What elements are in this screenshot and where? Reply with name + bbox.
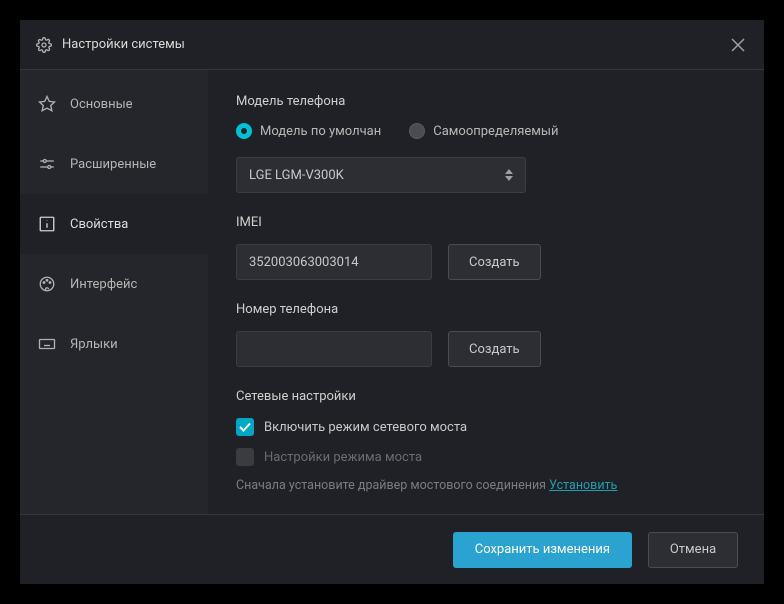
sidebar-item-label: Интерфейс	[70, 277, 137, 292]
imei-value: 352003063003014	[249, 255, 359, 270]
radio-self-label: Самоопределяемый	[433, 124, 558, 139]
sidebar-item-label: Свойства	[70, 217, 128, 232]
keyboard-icon	[38, 335, 56, 353]
bridge-hint: Сначала установите драйвер мостового сое…	[236, 478, 736, 493]
phone-model-radio-group: Модель по умолчан Самоопределяемый	[236, 123, 736, 139]
install-link[interactable]: Установить	[549, 478, 617, 493]
radio-self-detect[interactable]	[409, 123, 425, 139]
phone-model-select[interactable]: LGE LGM-V300K	[236, 157, 526, 193]
phone-model-title: Модель телефона	[236, 94, 736, 109]
sidebar-item-label: Ярлыки	[70, 337, 118, 352]
sidebar-item-advanced[interactable]: Расширенные	[20, 134, 208, 194]
sidebar-item-interface[interactable]: Интерфейс	[20, 254, 208, 314]
radio-default-label: Модель по умолчан	[260, 124, 381, 139]
radio-default-model[interactable]	[236, 123, 252, 139]
sidebar-item-properties[interactable]: Свойства	[20, 194, 208, 254]
sidebar-item-shortcuts[interactable]: Ярлыки	[20, 314, 208, 374]
gear-icon	[36, 37, 52, 53]
close-icon	[731, 38, 745, 52]
sidebar-item-basic[interactable]: Основные	[20, 74, 208, 134]
bridge-settings-checkbox	[236, 448, 254, 466]
bridge-mode-checkbox[interactable]	[236, 418, 254, 436]
imei-create-button[interactable]: Создать	[448, 244, 541, 280]
settings-window: Настройки системы Основные Расширенные С…	[20, 20, 764, 584]
cancel-button[interactable]: Отмена	[648, 532, 738, 568]
info-icon	[38, 215, 56, 233]
window-body: Основные Расширенные Свойства Интерфейс …	[20, 70, 764, 514]
bridge-mode-label: Включить режим сетевого моста	[264, 420, 467, 435]
imei-input[interactable]: 352003063003014	[236, 244, 432, 280]
sidebar: Основные Расширенные Свойства Интерфейс …	[20, 70, 208, 514]
phone-number-title: Номер телефона	[236, 302, 736, 317]
sliders-icon	[38, 155, 56, 173]
phone-number-input[interactable]	[236, 331, 432, 367]
select-value: LGE LGM-V300K	[249, 168, 344, 183]
save-button[interactable]: Сохранить изменения	[453, 532, 632, 568]
star-icon	[38, 95, 56, 113]
sidebar-item-label: Расширенные	[70, 157, 156, 172]
close-button[interactable]	[728, 35, 748, 55]
network-title: Сетевые настройки	[236, 389, 736, 404]
chevron-updown-icon	[505, 169, 513, 181]
check-icon	[239, 422, 251, 432]
sidebar-item-label: Основные	[70, 97, 133, 112]
footer: Сохранить изменения Отмена	[20, 514, 764, 584]
content-area: Модель телефона Модель по умолчан Самооп…	[208, 70, 764, 514]
imei-title: IMEI	[236, 215, 736, 230]
bridge-settings-label: Настройки режима моста	[264, 450, 422, 465]
phone-number-create-button[interactable]: Создать	[448, 331, 541, 367]
palette-icon	[38, 275, 56, 293]
titlebar: Настройки системы	[20, 20, 764, 70]
window-title: Настройки системы	[62, 37, 728, 52]
